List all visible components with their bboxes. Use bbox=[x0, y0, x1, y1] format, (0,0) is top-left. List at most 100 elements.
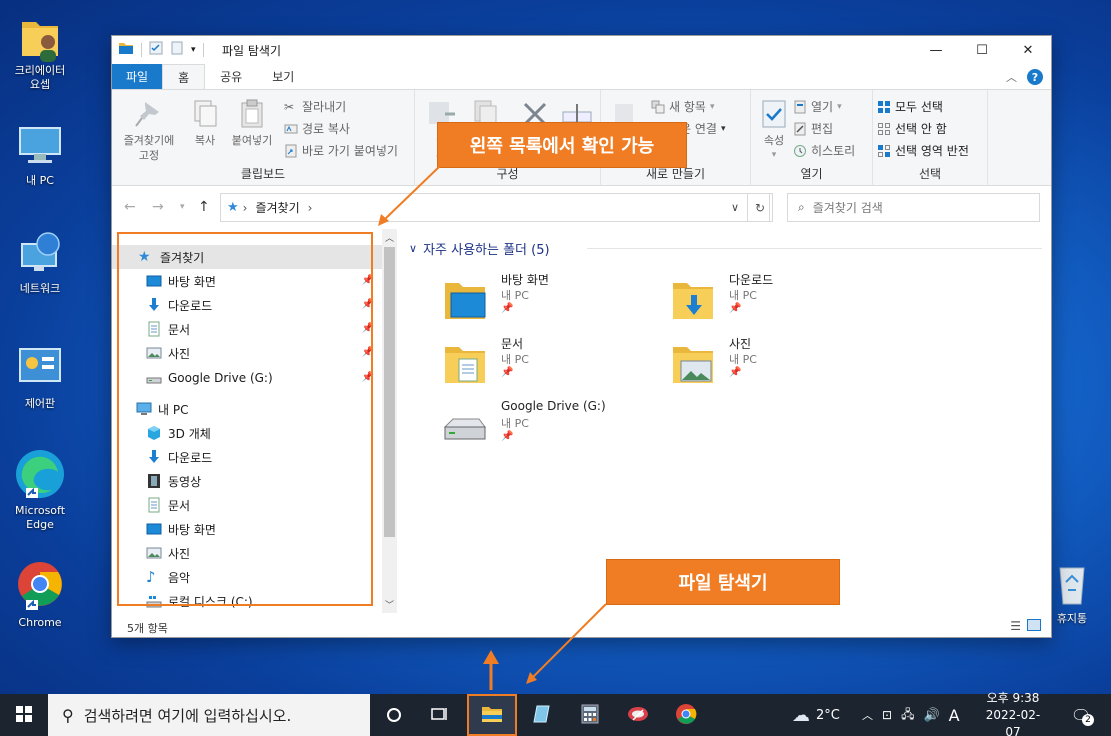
clock[interactable]: 오후 9:38 2022-02-07 bbox=[980, 691, 1046, 736]
network-icon[interactable]: 🖧 bbox=[901, 705, 914, 726]
cut-button[interactable]: ✂ 잘라내기 bbox=[284, 98, 346, 115]
desktop-icon-network[interactable]: 네트워크 bbox=[2, 230, 78, 296]
maximize-button[interactable]: ☐ bbox=[959, 36, 1005, 64]
pinned-icon: 📌 bbox=[501, 303, 514, 314]
copy-icon bbox=[189, 98, 221, 130]
desktop-icon-user-folder[interactable]: 크리에이터 요셉 bbox=[2, 12, 78, 92]
edge-icon bbox=[14, 448, 66, 500]
open-group-label: 열기 bbox=[800, 167, 823, 181]
refresh-button[interactable]: ↻ bbox=[747, 193, 773, 222]
desktop-icon-edge[interactable]: Microsoft Edge bbox=[2, 448, 78, 532]
new-item-button[interactable]: 새 항목 ▾ bbox=[651, 98, 714, 115]
title-bar[interactable]: ▾ 파일 탐색기 — ☐ ✕ bbox=[112, 36, 1051, 64]
chrome-icon bbox=[14, 560, 66, 612]
recent-locations-chevron-icon[interactable]: ▾ bbox=[180, 202, 185, 212]
new-folder-qat-icon[interactable] bbox=[170, 41, 184, 58]
back-arrow-icon[interactable]: ← bbox=[124, 199, 136, 215]
file-explorer-taskbar-button[interactable] bbox=[467, 694, 517, 736]
chrome-app-button[interactable] bbox=[662, 694, 710, 736]
volume-icon[interactable]: 🔊 bbox=[923, 708, 939, 723]
up-arrow-icon[interactable]: ↑ bbox=[198, 199, 210, 215]
minimize-button[interactable]: — bbox=[913, 36, 959, 64]
history-button[interactable]: 히스토리 bbox=[793, 142, 855, 159]
meet-now-icon[interactable]: ⊡ bbox=[882, 708, 892, 722]
task-view-button[interactable] bbox=[416, 694, 464, 736]
desktop-icon-control-panel[interactable]: 제어판 bbox=[2, 345, 78, 411]
computer-icon bbox=[16, 122, 64, 170]
breadcrumb-quick-access[interactable]: 즐겨찾기 bbox=[255, 199, 299, 216]
breadcrumb-separator-icon: › bbox=[307, 200, 313, 215]
tab-view[interactable]: 보기 bbox=[257, 64, 309, 89]
scroll-up-icon[interactable]: ︿ bbox=[385, 231, 394, 244]
paste-button[interactable]: 붙여넣기 bbox=[226, 98, 278, 148]
taskbar-search-input[interactable]: ⚲ 검색하려면 여기에 입력하십시오. bbox=[48, 694, 370, 736]
cortana-button[interactable] bbox=[370, 694, 418, 736]
history-icon bbox=[793, 144, 807, 158]
new-item-icon bbox=[651, 100, 665, 114]
select-group: 모두 선택 선택 안 함 선택 영역 반전 선택 bbox=[873, 90, 988, 186]
scroll-down-icon[interactable]: ﹀ bbox=[385, 598, 394, 611]
copy-button[interactable]: 복사 bbox=[186, 98, 224, 148]
folder-tile-pictures[interactable]: 사진 내 PC 📌 bbox=[665, 333, 885, 395]
notepad-app-button[interactable] bbox=[518, 694, 566, 736]
customize-qat-icon[interactable]: ▾ bbox=[191, 45, 196, 55]
tab-file[interactable]: 파일 bbox=[112, 64, 163, 89]
select-none-button[interactable]: 선택 안 함 bbox=[877, 120, 947, 137]
window-title: 파일 탐색기 bbox=[222, 44, 282, 58]
desktop-icon-label: 내 PC bbox=[26, 174, 54, 187]
folder-tile-desktop[interactable]: 바탕 화면 내 PC 📌 bbox=[437, 269, 657, 331]
calculator-app-button[interactable] bbox=[566, 694, 614, 736]
desktop-icon-chrome[interactable]: Chrome bbox=[2, 560, 78, 630]
help-icon[interactable]: ? bbox=[1027, 69, 1043, 85]
start-button[interactable] bbox=[0, 694, 48, 736]
desktop-icon-label: 네트워크 bbox=[19, 282, 61, 295]
snipping-tool-app-button[interactable] bbox=[614, 694, 662, 736]
large-icons-view-icon[interactable] bbox=[1027, 619, 1041, 631]
select-all-icon bbox=[877, 100, 891, 114]
frequent-folders-header[interactable]: ∨ 자주 사용하는 폴더 (5) bbox=[409, 239, 550, 258]
clock-time: 오후 9:38 bbox=[986, 690, 1040, 705]
select-all-button[interactable]: 모두 선택 bbox=[877, 98, 943, 115]
tab-share[interactable]: 공유 bbox=[205, 64, 257, 89]
folder-tile-google-drive[interactable]: Google Drive (G:) 내 PC 📌 bbox=[437, 397, 657, 459]
invert-selection-button[interactable]: 선택 영역 반전 bbox=[877, 142, 969, 159]
action-center-button[interactable]: 🗨 2 bbox=[1066, 694, 1096, 736]
invert-selection-icon bbox=[877, 144, 891, 158]
ime-indicator[interactable]: A bbox=[949, 706, 960, 725]
properties-qat-icon[interactable] bbox=[149, 41, 163, 58]
search-input[interactable]: ⌕ 즐겨찾기 검색 bbox=[787, 193, 1040, 222]
details-view-icon[interactable]: ☰ bbox=[1010, 619, 1021, 633]
forward-arrow-icon[interactable]: → bbox=[152, 199, 164, 215]
address-dropdown-icon[interactable]: ∨ bbox=[731, 201, 739, 214]
nav-scroll-thumb[interactable] bbox=[384, 247, 395, 537]
nav-scrollbar[interactable]: ︿ ﹀ bbox=[382, 229, 397, 613]
clipboard-group-label: 클립보드 bbox=[240, 167, 286, 181]
show-hidden-icons-chevron-icon[interactable]: ︿ bbox=[862, 707, 873, 723]
copy-path-button[interactable]: 경로 복사 bbox=[284, 120, 350, 137]
edit-pencil-icon bbox=[793, 122, 807, 136]
scissors-icon: ✂ bbox=[284, 99, 295, 114]
weather-widget[interactable]: ☁ 2°C bbox=[792, 694, 840, 736]
desktop-icon-label: 제어판 bbox=[24, 397, 56, 410]
close-button[interactable]: ✕ bbox=[1005, 36, 1051, 64]
open-button[interactable]: 열기 ▾ bbox=[793, 98, 842, 115]
collapse-ribbon-icon[interactable]: ︿ bbox=[1006, 69, 1017, 85]
network-icon bbox=[16, 230, 64, 278]
address-input[interactable]: ★ › 즐겨찾기 › ∨ bbox=[220, 193, 770, 222]
pinned-icon: 📌 bbox=[729, 303, 742, 314]
paste-shortcut-button[interactable]: 바로 가기 붙여넣기 bbox=[284, 142, 398, 159]
folder-tile-documents[interactable]: 문서 내 PC 📌 bbox=[437, 333, 657, 395]
control-panel-icon bbox=[16, 345, 64, 393]
notification-count-badge: 2 bbox=[1082, 714, 1094, 726]
folder-tile-downloads[interactable]: 다운로드 내 PC 📌 bbox=[665, 269, 885, 331]
content-pane[interactable]: ∨ 자주 사용하는 폴더 (5) 바탕 화면 내 PC 📌 다운로드 내 PC … bbox=[397, 229, 1051, 613]
downloads-folder-icon bbox=[669, 275, 717, 323]
documents-folder-icon bbox=[441, 339, 489, 387]
desktop-icon-this-pc[interactable]: 내 PC bbox=[2, 122, 78, 188]
edit-button[interactable]: 편집 bbox=[793, 120, 833, 137]
properties-button[interactable]: 속성 ▾ bbox=[755, 98, 793, 163]
folder-app-icon bbox=[118, 41, 134, 58]
tab-home[interactable]: 홈 bbox=[162, 64, 206, 89]
recycle-bin-icon bbox=[1048, 560, 1096, 608]
pin-quick-access-button[interactable]: 즐겨찾기에 고정 bbox=[118, 98, 180, 163]
